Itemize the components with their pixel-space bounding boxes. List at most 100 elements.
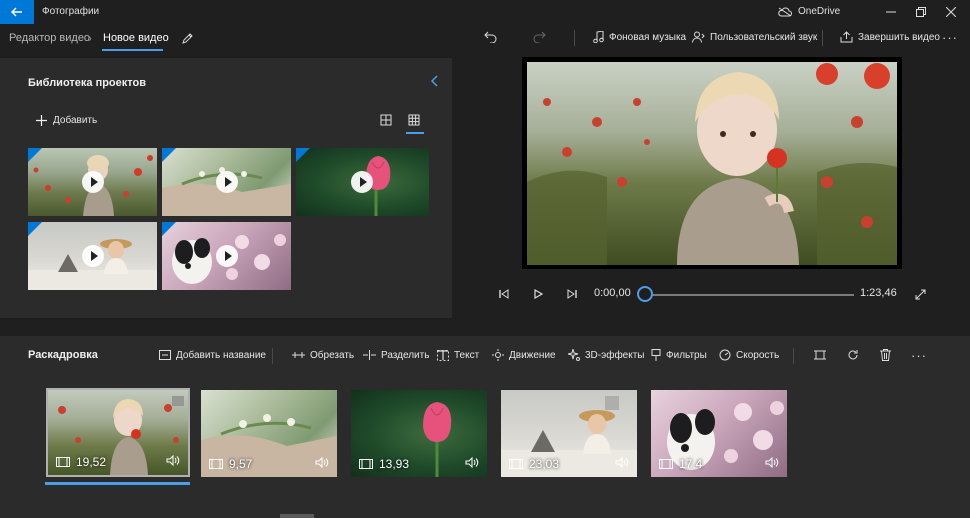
- filter-icon: [651, 349, 661, 361]
- arrow-left-icon: [11, 7, 22, 17]
- storyboard-clip[interactable]: 23,03: [501, 390, 637, 477]
- breadcrumb-parent[interactable]: Редактор видео: [9, 32, 90, 44]
- library-thumbnail[interactable]: [162, 148, 291, 216]
- selected-corner-badge: [28, 148, 42, 162]
- add-media-label: Добавить: [53, 115, 98, 126]
- clip-duration-value: 13,93: [379, 457, 410, 471]
- back-button[interactable]: [0, 0, 34, 24]
- speaker-icon: [765, 456, 779, 469]
- 3d-effects-button[interactable]: 3D-эффекты: [568, 347, 645, 363]
- speed-button[interactable]: Скорость: [719, 347, 779, 363]
- toolbar-divider: [272, 348, 273, 364]
- large-grid-view-button[interactable]: [379, 113, 395, 129]
- grid-small-icon: [408, 114, 420, 126]
- seek-handle[interactable]: [637, 286, 653, 302]
- background-music-button[interactable]: Фоновая музыка: [593, 29, 686, 45]
- preview-frame: [527, 62, 897, 265]
- play-icon[interactable]: [82, 171, 104, 193]
- custom-audio-button[interactable]: Пользовательский звук: [692, 29, 817, 45]
- motion-button[interactable]: Движение: [492, 347, 556, 363]
- storyboard-clip[interactable]: 19,52: [46, 388, 190, 477]
- maximize-button[interactable]: [906, 2, 936, 22]
- library-thumbnail[interactable]: [28, 148, 157, 216]
- trim-button[interactable]: Обрезать: [292, 347, 354, 363]
- clip-duration-value: 9,57: [229, 457, 253, 471]
- seek-bar[interactable]: [652, 294, 854, 296]
- finish-video-label: Завершить видео: [858, 31, 940, 43]
- text-label: Текст: [454, 349, 480, 361]
- page-title: Новое видео: [103, 32, 169, 44]
- add-title-button[interactable]: Добавить название: [159, 347, 266, 363]
- music-note-icon: [593, 31, 604, 43]
- clip-volume-button[interactable]: [315, 456, 329, 471]
- storyboard-more-button[interactable]: ···: [909, 345, 929, 365]
- play-icon[interactable]: [351, 171, 373, 193]
- clip-volume-button[interactable]: [615, 456, 629, 471]
- library-title: Библиотека проектов: [28, 77, 146, 89]
- library-thumbnail[interactable]: [296, 148, 429, 216]
- clip-volume-button[interactable]: [765, 456, 779, 471]
- library-thumbnail[interactable]: [28, 222, 157, 290]
- motion-label: Движение: [509, 349, 556, 361]
- export-icon: [840, 31, 853, 43]
- more-options-button[interactable]: ···: [940, 27, 960, 47]
- selected-corner-badge: [296, 148, 310, 162]
- finish-video-button[interactable]: Завершить видео: [840, 29, 940, 45]
- rotate-button[interactable]: [843, 345, 863, 365]
- storyboard-clip[interactable]: 9,57: [201, 390, 337, 477]
- resize-button[interactable]: [810, 345, 830, 365]
- rename-button[interactable]: [178, 28, 198, 48]
- minimize-button[interactable]: [876, 2, 906, 22]
- chevron-left-icon: [430, 75, 438, 87]
- add-title-label: Добавить название: [176, 349, 266, 361]
- split-button[interactable]: Разделить: [363, 347, 429, 363]
- fullscreen-button[interactable]: [910, 284, 930, 304]
- minimize-icon: [886, 11, 896, 13]
- film-icon: [359, 459, 373, 469]
- text-button[interactable]: Текст: [437, 347, 479, 363]
- clip-volume-button[interactable]: [465, 456, 479, 471]
- add-media-button[interactable]: Добавить: [36, 115, 97, 126]
- cloud-off-icon: [778, 6, 792, 16]
- play-button[interactable]: [528, 284, 548, 304]
- background-music-label: Фоновая музыка: [609, 31, 687, 43]
- play-icon[interactable]: [216, 171, 238, 193]
- library-thumbnail[interactable]: [162, 222, 291, 290]
- panel-resize-handle[interactable]: [280, 514, 314, 518]
- custom-audio-label: Пользовательский звук: [710, 31, 818, 43]
- speaker-icon: [166, 454, 180, 467]
- filters-button[interactable]: Фильтры: [651, 347, 707, 363]
- 3d-effects-label: 3D-эффекты: [585, 349, 645, 361]
- skip-forward-icon: [567, 289, 577, 299]
- previous-frame-button[interactable]: [494, 284, 514, 304]
- collapse-library-button[interactable]: [430, 74, 438, 90]
- rotate-icon: [848, 350, 858, 360]
- film-icon: [209, 459, 223, 469]
- app-title: Фотографии: [42, 6, 100, 17]
- selected-clip-indicator: [45, 482, 190, 485]
- clip-duration: 19,52: [56, 455, 106, 469]
- onedrive-status[interactable]: OneDrive: [778, 6, 840, 17]
- play-icon[interactable]: [216, 245, 238, 267]
- crop-icon: [814, 350, 826, 360]
- next-frame-button[interactable]: [562, 284, 582, 304]
- more-icon: ···: [942, 29, 958, 45]
- selected-corner-badge: [28, 222, 42, 236]
- clip-volume-button[interactable]: [166, 454, 180, 469]
- plus-icon: [36, 115, 47, 126]
- skip-back-icon: [499, 289, 509, 299]
- girl-in-poppy-field-image: [527, 62, 897, 265]
- redo-button[interactable]: [529, 27, 549, 47]
- grid-large-icon: [380, 114, 392, 126]
- delete-button[interactable]: [875, 345, 895, 365]
- title-card-icon: [159, 350, 171, 360]
- close-button[interactable]: [936, 2, 966, 22]
- undo-button[interactable]: [480, 27, 500, 47]
- small-grid-view-button[interactable]: [407, 113, 423, 129]
- expand-icon: [915, 289, 925, 299]
- play-icon[interactable]: [82, 245, 104, 267]
- storyboard-clip[interactable]: 13,93: [351, 390, 487, 477]
- selected-corner-badge: [162, 148, 176, 162]
- storyboard-clip[interactable]: 17,4: [651, 390, 787, 477]
- clip-duration: 9,57: [209, 457, 252, 471]
